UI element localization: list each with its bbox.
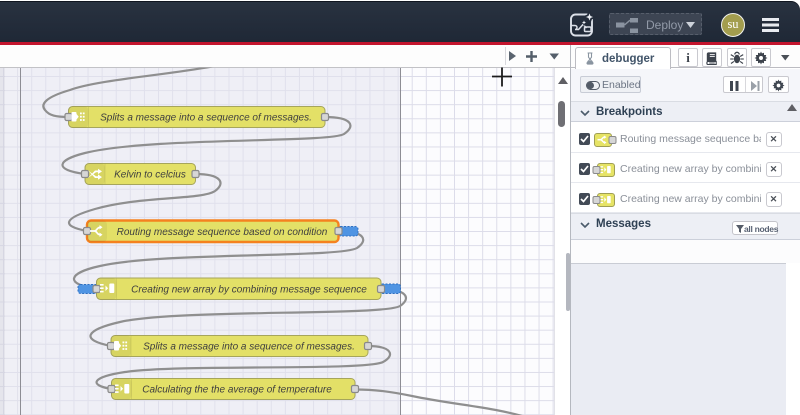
- svg-text:Creating new array by combinin: Creating new array by combining message …: [131, 285, 367, 296]
- svg-text:Splits a message into a sequen: Splits a message into a sequence of mess…: [100, 113, 312, 124]
- svg-text:Calculating the the average of: Calculating the the average of temperatu…: [142, 385, 332, 396]
- svg-text:Splits a message into a sequen: Splits a message into a sequence of mess…: [143, 342, 355, 353]
- svg-text:Kelvin to celcius: Kelvin to celcius: [114, 170, 186, 181]
- svg-text:Routing message sequence based: Routing message sequence based on condit…: [117, 227, 328, 238]
